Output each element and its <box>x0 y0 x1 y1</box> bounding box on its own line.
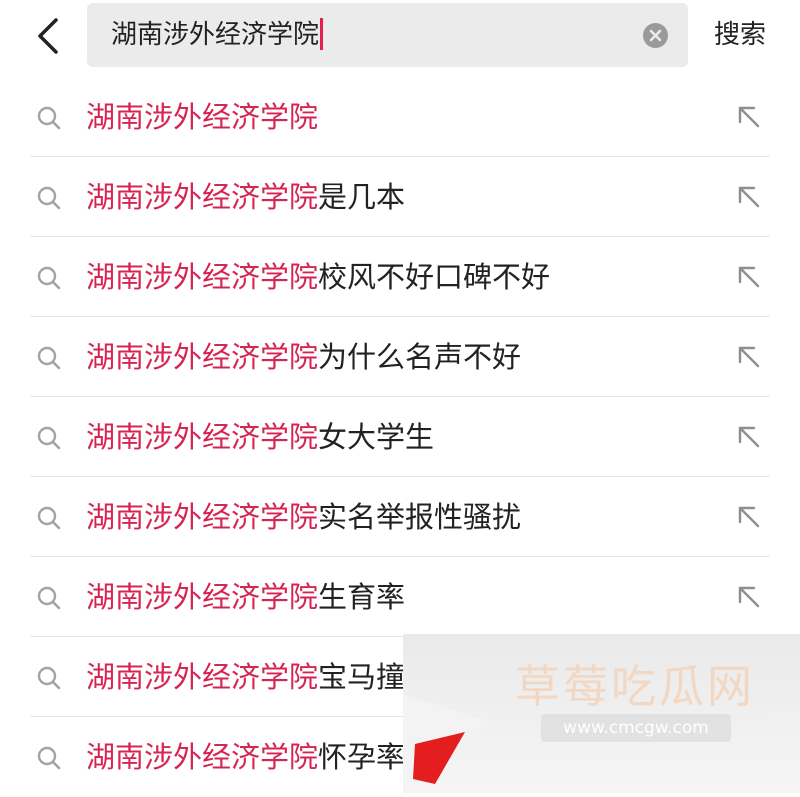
suggestion-rest: 女大学生 <box>318 420 435 454</box>
suggestion-text: 湖南涉外经济学院宝马撞 <box>86 637 405 717</box>
arrow-up-left-icon <box>738 186 760 208</box>
suggestion-rest: 校风不好口碑不好 <box>318 260 551 294</box>
suggestion-rest: 生育率 <box>318 580 406 614</box>
suggestion-rest: 为什么名声不好 <box>318 340 522 374</box>
search-icon <box>37 266 61 290</box>
search-icon <box>37 346 61 370</box>
arrow-up-left-icon <box>738 586 760 608</box>
watermark-title: 草莓吃瓜网 <box>515 660 756 713</box>
clear-button[interactable] <box>643 23 668 48</box>
search-query-text: 湖南涉外经济学院 <box>111 20 320 50</box>
suggestion-highlight: 湖南涉外经济学院 <box>86 340 319 374</box>
fill-query-button[interactable] <box>734 342 764 372</box>
arrow-up-left-icon <box>738 426 760 448</box>
search-input[interactable]: 湖南涉外经济学院 <box>87 3 688 67</box>
suggestion-rest: 是几本 <box>318 180 406 214</box>
search-icon <box>37 186 61 210</box>
search-submit-button[interactable]: 搜索 <box>714 14 766 56</box>
fill-query-button[interactable] <box>734 582 764 612</box>
suggestion-highlight: 湖南涉外经济学院 <box>86 180 319 214</box>
search-icon <box>37 506 61 530</box>
suggestion-text: 湖南涉外经济学院校风不好口碑不好 <box>86 237 550 317</box>
arrow-up-left-icon <box>738 346 760 368</box>
suggestion-highlight: 湖南涉外经济学院 <box>86 660 319 694</box>
watermark-overlay: 草莓吃瓜网 www.cmcgw.com <box>403 634 800 793</box>
fill-query-button[interactable] <box>734 502 764 532</box>
back-button[interactable] <box>26 12 70 60</box>
arrow-up-left-icon <box>738 506 760 528</box>
search-icon <box>37 426 61 450</box>
suggestion-item[interactable]: 湖南涉外经济学院生育率 <box>0 557 800 637</box>
search-icon <box>37 586 61 610</box>
suggestion-item[interactable]: 湖南涉外经济学院 <box>0 77 800 157</box>
suggestion-item[interactable]: 湖南涉外经济学院为什么名声不好 <box>0 317 800 397</box>
search-header: 湖南涉外经济学院 搜索 <box>0 0 800 76</box>
suggestion-text: 湖南涉外经济学院实名举报性骚扰 <box>86 477 521 557</box>
suggestion-item[interactable]: 湖南涉外经济学院校风不好口碑不好 <box>0 237 800 317</box>
suggestion-text: 湖南涉外经济学院女大学生 <box>86 397 434 477</box>
search-input-value: 湖南涉外经济学院 <box>111 3 324 67</box>
suggestion-text: 湖南涉外经济学院怀孕率 <box>86 717 405 797</box>
fill-query-button[interactable] <box>734 182 764 212</box>
suggestion-text: 湖南涉外经济学院是几本 <box>86 157 405 237</box>
text-caret <box>320 17 324 50</box>
suggestion-text: 湖南涉外经济学院生育率 <box>86 557 405 637</box>
suggestion-item[interactable]: 湖南涉外经济学院是几本 <box>0 157 800 237</box>
search-icon <box>37 106 61 130</box>
suggestion-rest: 怀孕率 <box>318 740 406 774</box>
search-icon <box>37 746 61 770</box>
fill-query-button[interactable] <box>734 422 764 452</box>
suggestion-highlight: 湖南涉外经济学院 <box>86 100 319 134</box>
suggestion-rest: 实名举报性骚扰 <box>318 500 522 534</box>
suggestion-text: 湖南涉外经济学院为什么名声不好 <box>86 317 521 397</box>
arrow-up-left-icon <box>738 106 760 128</box>
chevron-left-icon <box>38 18 58 54</box>
close-icon <box>649 29 662 42</box>
arrow-up-left-icon <box>738 266 760 288</box>
suggestion-highlight: 湖南涉外经济学院 <box>86 500 319 534</box>
fill-query-button[interactable] <box>734 102 764 132</box>
suggestion-rest: 宝马撞 <box>318 660 406 694</box>
suggestion-highlight: 湖南涉外经济学院 <box>86 260 319 294</box>
suggestion-text: 湖南涉外经济学院 <box>86 77 318 157</box>
suggestion-item[interactable]: 湖南涉外经济学院实名举报性骚扰 <box>0 477 800 557</box>
suggestion-highlight: 湖南涉外经济学院 <box>86 740 319 774</box>
suggestion-item[interactable]: 湖南涉外经济学院女大学生 <box>0 397 800 477</box>
fill-query-button[interactable] <box>734 262 764 292</box>
suggestion-highlight: 湖南涉外经济学院 <box>86 420 319 454</box>
suggestion-highlight: 湖南涉外经济学院 <box>86 580 319 614</box>
watermark-url: www.cmcgw.com <box>541 714 731 742</box>
search-icon <box>37 666 61 690</box>
